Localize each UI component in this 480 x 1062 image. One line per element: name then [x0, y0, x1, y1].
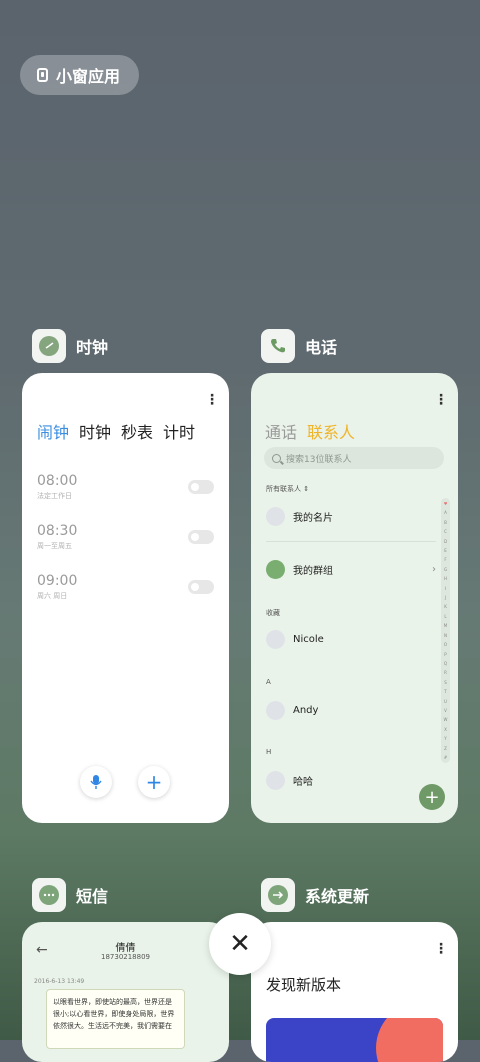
contact-name: 我的名片	[293, 512, 333, 524]
more-icon[interactable]: ⋮	[205, 393, 219, 407]
alarm-toggle[interactable]	[188, 530, 214, 544]
clock-icon	[32, 329, 66, 363]
app-name: 短信	[76, 887, 109, 906]
section-header: 收藏	[266, 609, 280, 617]
microphone-icon	[90, 775, 102, 789]
app-header-clock[interactable]: 时钟	[32, 329, 108, 363]
floating-window-button[interactable]: 小窗应用	[20, 55, 139, 95]
my-groups-item[interactable]: 我的群组 ›	[266, 556, 436, 582]
tab-stopwatch[interactable]: 秒表	[121, 419, 153, 443]
phone-icon	[261, 329, 295, 363]
message-icon	[32, 878, 66, 912]
my-card-item[interactable]: 我的名片	[266, 503, 436, 529]
avatar	[266, 629, 285, 649]
update-banner	[266, 1018, 443, 1062]
add-alarm-button[interactable]: +	[138, 766, 170, 798]
contact-item[interactable]: Andy	[266, 697, 436, 723]
contact-name: 哈哈	[293, 776, 313, 788]
app-name: 系统更新	[305, 887, 370, 906]
section-all-contacts[interactable]: 所有联系人 ⇕	[266, 484, 309, 494]
phone-tabs: 通话 联系人	[265, 419, 355, 443]
app-name: 电话	[305, 338, 338, 357]
search-icon	[272, 453, 281, 463]
section-header: H	[266, 748, 272, 756]
add-contact-button[interactable]: +	[419, 784, 445, 810]
tab-alarm[interactable]: 闹钟	[37, 419, 69, 443]
app-card-phone[interactable]: ⋮ 通话 联系人 搜索13位联系人 所有联系人 ⇕ 我的名片 我的群组 › 收藏…	[251, 373, 458, 823]
alarm-toggle[interactable]	[188, 580, 214, 594]
alphabet-index[interactable]: ♥ A B C D E F G H I J K L M N O P Q R S T U V W X Y Z #	[441, 498, 450, 763]
tab-calls[interactable]: 通话	[265, 419, 297, 443]
app-header-phone[interactable]: 电话	[261, 329, 337, 363]
contact-name: Nicole	[293, 633, 324, 645]
app-card-sms[interactable]: ← 倩倩 18730218809 2016-6-13 13:49 以眼看世界，即…	[22, 922, 229, 1062]
avatar	[266, 506, 285, 526]
contact-item[interactable]: 哈哈	[266, 767, 436, 793]
plus-icon: +	[145, 770, 163, 794]
more-icon[interactable]: ⋮	[434, 942, 448, 956]
contact-name: 我的群组	[293, 565, 333, 577]
clock-tabs: 闹钟 时钟 秒表 计时	[37, 419, 195, 443]
conversation-name: 倩倩	[115, 943, 136, 954]
chevron-right-icon: ›	[432, 563, 436, 575]
close-icon: ✕	[229, 929, 251, 959]
voice-alarm-button[interactable]	[80, 766, 112, 798]
tab-timer[interactable]: 计时	[163, 419, 195, 443]
contact-item[interactable]: Nicole	[266, 626, 436, 652]
alarm-item[interactable]: 09:00 周六 周日	[37, 573, 217, 613]
more-icon[interactable]: ⋮	[434, 393, 448, 407]
app-name: 时钟	[76, 338, 109, 357]
app-card-clock[interactable]: ⋮ 闹钟 时钟 秒表 计时 08:00 法定工作日 08:30 周一至周五 09…	[22, 373, 229, 823]
section-header: A	[266, 678, 271, 686]
floating-window-label: 小窗应用	[56, 67, 121, 86]
avatar	[266, 700, 285, 720]
close-all-button[interactable]: ✕	[209, 913, 271, 975]
tab-contacts[interactable]: 联系人	[307, 419, 355, 443]
app-header-update[interactable]: 系统更新	[261, 878, 369, 912]
conversation-number: 18730218809	[101, 953, 150, 961]
alarm-item[interactable]: 08:00 法定工作日	[37, 473, 217, 513]
message-bubble: 以眼看世界，即使站的最高，世界还是很小;以心看世界，即使身处局限，世界依然很大。…	[46, 989, 185, 1049]
update-title: 发现新版本	[266, 976, 342, 994]
group-icon	[266, 559, 285, 579]
search-placeholder: 搜索13位联系人	[286, 454, 352, 465]
contact-name: Andy	[293, 704, 319, 716]
floating-window-icon	[37, 68, 48, 82]
tab-clock[interactable]: 时钟	[79, 419, 111, 443]
contact-search-input[interactable]: 搜索13位联系人	[264, 447, 444, 469]
alarm-toggle[interactable]	[188, 480, 214, 494]
app-card-update[interactable]: ⋮ 发现新版本	[251, 922, 458, 1062]
alarm-item[interactable]: 08:30 周一至周五	[37, 523, 217, 563]
plus-icon: +	[424, 786, 440, 808]
update-icon	[261, 878, 295, 912]
message-date: 2016-6-13 13:49	[34, 978, 85, 985]
avatar	[266, 770, 285, 790]
app-header-sms[interactable]: 短信	[32, 878, 108, 912]
